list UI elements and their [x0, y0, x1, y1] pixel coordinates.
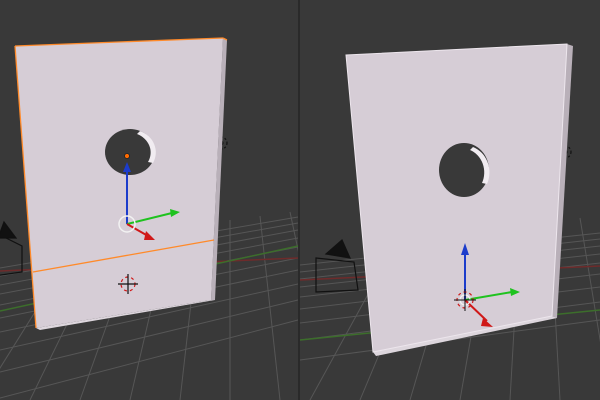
viewport-left[interactable] — [0, 0, 298, 400]
blender-3d-view-comparison — [0, 0, 600, 400]
viewport-left-canvas[interactable] — [0, 0, 298, 400]
plane-face[interactable] — [346, 44, 567, 352]
viewport-right-canvas[interactable] — [300, 0, 600, 400]
viewport-right[interactable] — [300, 0, 600, 400]
